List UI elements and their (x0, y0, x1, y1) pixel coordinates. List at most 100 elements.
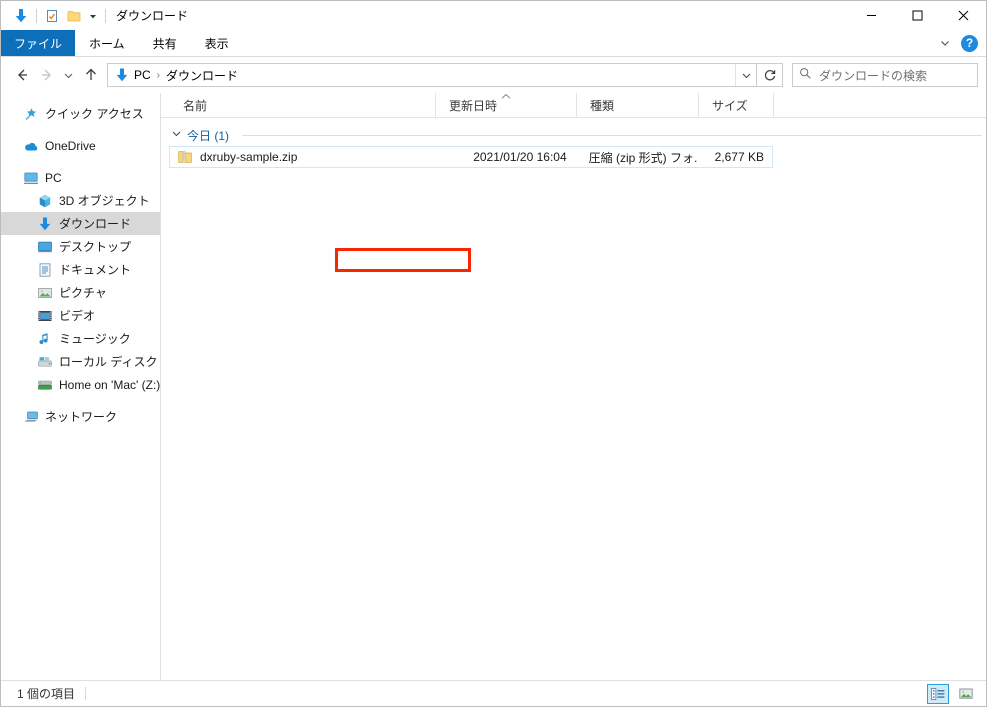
sidebar-item-label: Home on 'Mac' (Z:) (59, 377, 161, 392)
window-title: ダウンロード (116, 9, 189, 23)
tab-share[interactable]: 共有 (139, 30, 191, 56)
desktop-icon (37, 239, 53, 255)
file-type-cell: 圧縮 (zip 形式) フォ... (588, 150, 698, 165)
sidebar-item-label: ピクチャ (59, 286, 107, 300)
tab-home[interactable]: ホーム (75, 30, 139, 56)
column-header-type[interactable]: 種類 (577, 93, 699, 117)
up-arrow-icon[interactable] (78, 63, 103, 87)
toolbar-divider-2 (105, 8, 106, 23)
star-pin-icon (23, 106, 39, 122)
sidebar-item-label: ダウンロード (59, 217, 132, 231)
item-count-label: 1 個の項目 (17, 687, 76, 701)
column-header-size[interactable]: サイズ (699, 93, 774, 117)
column-header-date-modified[interactable]: 更新日時 (436, 93, 577, 117)
minimize-icon[interactable] (848, 1, 894, 30)
sidebar-item-pc[interactable]: PC (1, 166, 160, 189)
sidebar-gap-3 (1, 396, 160, 405)
sidebar-item-desktop[interactable]: デスクトップ (1, 235, 160, 258)
group-header-rule (242, 134, 982, 136)
music-note-icon (37, 331, 53, 347)
sidebar-item-label: デスクトップ (59, 240, 132, 254)
large-icons-view-icon[interactable] (955, 684, 977, 704)
recent-locations-icon[interactable] (59, 63, 78, 87)
close-icon[interactable] (940, 1, 986, 30)
status-bar: 1 個の項目 (1, 680, 986, 706)
network-drive-icon (37, 377, 53, 393)
sidebar-item-videos[interactable]: ビデオ (1, 304, 160, 327)
search-input[interactable]: ダウンロードの検索 (792, 63, 978, 87)
customize-caret-icon[interactable] (85, 6, 101, 26)
help-icon[interactable]: ? (961, 34, 978, 52)
file-size-cell: 2,677 KB (714, 150, 764, 164)
new-folder-icon[interactable] (63, 5, 85, 27)
download-folder-icon (37, 216, 53, 232)
documents-icon (37, 262, 53, 278)
sidebar-item-label: 3D オブジェクト (59, 194, 150, 208)
title-bar: ダウンロード (1, 1, 986, 30)
status-divider (85, 687, 87, 700)
sidebar-item-local-disk-c[interactable]: ローカル ディスク (C:) (1, 350, 160, 373)
sidebar-item-pictures[interactable]: ピクチャ (1, 281, 160, 304)
details-view-icon[interactable] (927, 683, 949, 704)
address-bar: PC › ダウンロード ダウンロードの検索 (1, 57, 986, 93)
quick-access-toolbar: ダウンロード (1, 5, 188, 27)
properties-icon[interactable] (41, 5, 63, 27)
column-header-label: 種類 (590, 98, 615, 113)
sidebar-item-label: ミュージック (59, 332, 131, 346)
file-list-pane: 名前 更新日時 種類 サイズ 今日 (1) dxruby-sample.zip … (161, 93, 986, 680)
window-controls (848, 1, 986, 30)
chevron-up-icon (501, 93, 512, 101)
tab-file[interactable]: ファイル (1, 30, 76, 56)
sidebar-item-label: ローカル ディスク (C:) (59, 355, 160, 369)
forward-arrow-icon[interactable] (34, 63, 59, 87)
column-headers: 名前 更新日時 種類 サイズ (161, 93, 986, 118)
group-header-today[interactable]: 今日 (1) (161, 124, 986, 146)
sidebar-item-label: ネットワーク (45, 410, 118, 424)
sidebar-item-downloads[interactable]: ダウンロード (1, 212, 160, 235)
3d-object-icon (37, 193, 53, 209)
sidebar-item-label: PC (45, 170, 62, 185)
sidebar-item-3d-objects[interactable]: 3D オブジェクト (1, 189, 160, 212)
breadcrumb-downloads[interactable]: ダウンロード (163, 67, 241, 84)
onedrive-cloud-icon (23, 138, 39, 154)
tab-view[interactable]: 表示 (191, 30, 243, 56)
download-icon[interactable] (10, 5, 32, 27)
file-name-label: dxruby-sample.zip (200, 150, 298, 164)
chevron-down-icon[interactable] (171, 128, 182, 142)
chevron-down-icon[interactable] (935, 33, 955, 53)
sidebar-item-documents[interactable]: ドキュメント (1, 258, 160, 281)
sidebar-item-home-on-mac-z[interactable]: Home on 'Mac' (Z:) (1, 373, 160, 396)
breadcrumb-separator-icon[interactable]: › (154, 70, 163, 81)
sidebar-item-quick-access[interactable]: クイック アクセス (1, 102, 160, 125)
explorer-body: クイック アクセス OneDrive PC 3D オブジェクト ダウンロード デ… (1, 93, 986, 680)
file-date-cell: 2021/01/20 16:04 (473, 150, 567, 164)
ribbon-tab-bar: ファイル ホーム 共有 表示 ? (1, 30, 986, 57)
column-header-name[interactable]: 名前 (170, 93, 436, 117)
pc-monitor-icon (23, 170, 39, 186)
breadcrumb-pc[interactable]: PC (131, 68, 154, 82)
refresh-icon[interactable] (757, 63, 783, 87)
local-disk-icon (37, 354, 53, 370)
download-folder-icon (113, 67, 131, 83)
view-mode-buttons (927, 683, 977, 704)
sidebar-item-music[interactable]: ミュージック (1, 327, 160, 350)
column-header-label: サイズ (712, 98, 748, 113)
table-row[interactable]: dxruby-sample.zip 2021/01/20 16:04 圧縮 (z… (169, 146, 773, 168)
address-dropdown-icon[interactable] (735, 64, 756, 86)
sidebar-item-label: OneDrive (45, 138, 96, 153)
sidebar-item-network[interactable]: ネットワーク (1, 405, 160, 428)
breadcrumb-address-field[interactable]: PC › ダウンロード (107, 63, 757, 87)
maximize-icon[interactable] (894, 1, 940, 30)
sidebar-item-onedrive[interactable]: OneDrive (1, 134, 160, 157)
videos-icon (37, 308, 53, 324)
group-header-label: 今日 (1) (187, 128, 230, 143)
search-placeholder: ダウンロードの検索 (819, 68, 928, 83)
search-icon (799, 67, 812, 83)
column-header-label: 名前 (183, 98, 208, 113)
toolbar-divider (36, 8, 37, 23)
column-header-label: 更新日時 (449, 98, 498, 113)
back-arrow-icon[interactable] (9, 63, 34, 87)
zip-folder-icon (177, 149, 193, 165)
file-name-cell[interactable]: dxruby-sample.zip (170, 149, 435, 165)
